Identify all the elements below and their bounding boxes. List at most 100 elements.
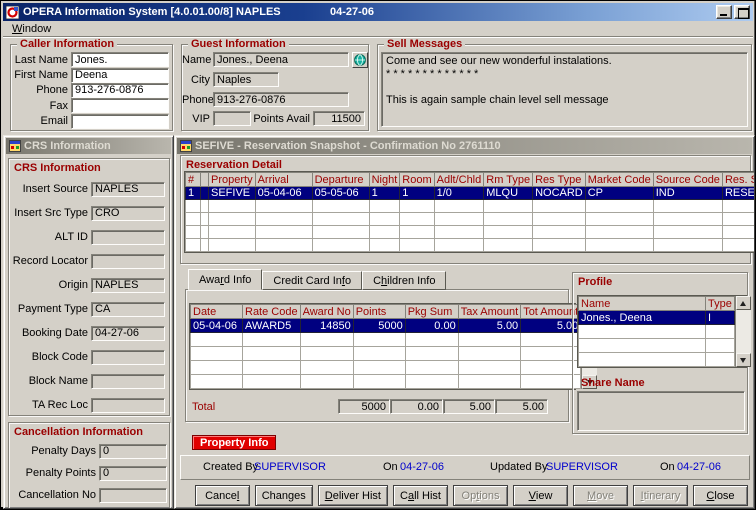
scroll-up-button[interactable]: [736, 296, 751, 310]
guest-city-label: City: [182, 74, 213, 86]
cell: [722, 200, 755, 213]
cell: [579, 353, 706, 367]
updated-by-value: SUPERVISOR: [546, 461, 618, 473]
table-row[interactable]: [186, 226, 756, 239]
block-code-field[interactable]: [91, 350, 165, 365]
reservation-snapshot-window: SEFIVE - Reservation Snapshot - Confirma…: [174, 135, 755, 509]
phone-label: Phone: [13, 84, 71, 96]
fax-field[interactable]: [71, 98, 169, 113]
penalty-points-field[interactable]: 0: [99, 466, 167, 481]
form-icon: [9, 140, 21, 152]
guest-phone-field[interactable]: 913-276-0876: [213, 92, 349, 107]
cell: I: [706, 311, 735, 325]
cell: [312, 213, 369, 226]
award-info-panel: DateRate CodeAward NoPointsPkg SumTax Am…: [185, 289, 569, 422]
cancellation-no-label: Cancellation No: [11, 489, 99, 501]
block-name-field[interactable]: [91, 374, 165, 389]
points-avail-field[interactable]: 11500: [313, 111, 365, 126]
cell: [484, 226, 533, 239]
booking-date-field[interactable]: 04-27-06: [91, 326, 165, 341]
table-row[interactable]: [191, 361, 581, 375]
property-info-button[interactable]: Property Info: [192, 435, 276, 450]
cancel-button[interactable]: Cancel: [195, 485, 250, 506]
scroll-down-button[interactable]: [736, 353, 751, 367]
ta-rec-loc-field[interactable]: [91, 398, 165, 413]
itinerary-button[interactable]: Itinerary: [633, 485, 688, 506]
minimize-icon[interactable]: [716, 5, 732, 19]
alt-id-field[interactable]: [91, 230, 165, 245]
guest-name-field[interactable]: Jones., Deena: [213, 52, 349, 67]
table-row[interactable]: 05-04-06AWARD51485050000.005.005.00: [191, 319, 581, 333]
fax-label: Fax: [13, 100, 71, 112]
created-by-value: SUPERVISOR: [254, 461, 326, 473]
record-locator-field[interactable]: [91, 254, 165, 269]
cell: [300, 333, 353, 347]
record-locator-label: Record Locator: [11, 255, 91, 267]
table-row[interactable]: Jones., DeenaI: [579, 311, 735, 325]
move-button[interactable]: Move: [573, 485, 628, 506]
table-row[interactable]: [191, 375, 581, 389]
created-on-label: On: [383, 461, 398, 473]
first-name-field[interactable]: Deena: [71, 68, 169, 83]
options-button[interactable]: Options: [453, 485, 508, 506]
cancellation-no-field[interactable]: [99, 488, 167, 503]
penalty-days-field[interactable]: 0: [99, 444, 167, 459]
cell: [585, 213, 653, 226]
close-button[interactable]: Close: [693, 485, 748, 506]
table-row[interactable]: [186, 200, 756, 213]
property-column-header: Property: [209, 173, 256, 187]
view-button[interactable]: View: [513, 485, 568, 506]
table-row[interactable]: [579, 353, 735, 367]
menu-item-window[interactable]: Window: [10, 23, 53, 35]
cell: [300, 347, 353, 361]
scroll-down-icon: [740, 358, 746, 363]
last-name-field[interactable]: Jones.: [71, 52, 169, 67]
snapshot-window-titlebar[interactable]: SEFIVE - Reservation Snapshot - Confirma…: [177, 138, 752, 154]
tab-award-info[interactable]: Award Info: [188, 269, 262, 290]
cell: [533, 226, 586, 239]
payment-type-field[interactable]: CA: [91, 302, 165, 317]
insert-src-type-field[interactable]: CRO: [91, 206, 165, 221]
table-row[interactable]: [186, 239, 756, 252]
call-hist-button[interactable]: Call Hist: [393, 485, 448, 506]
guest-city-field[interactable]: Naples: [213, 72, 279, 87]
window-titlebar[interactable]: OPERA Information System [4.0.01.00/8] N…: [3, 3, 753, 21]
crs-window-titlebar[interactable]: CRS Information: [6, 138, 171, 154]
insert-source-field[interactable]: NAPLES: [91, 182, 165, 197]
email-field[interactable]: [71, 114, 169, 129]
table-row[interactable]: [579, 325, 735, 339]
maximize-icon[interactable]: [734, 5, 750, 19]
changes-button[interactable]: Changes: [255, 485, 313, 506]
tab-credit-card-info[interactable]: Credit Card Info: [262, 271, 362, 290]
payment-type-label: Payment Type: [11, 303, 91, 315]
guest-vip-field[interactable]: [213, 111, 251, 126]
sell-message-line: * * * * * * * * * * * * *: [386, 68, 743, 81]
cell: [243, 347, 301, 361]
table-row[interactable]: [579, 339, 735, 353]
deliver-hist-button[interactable]: Deliver Hist: [318, 485, 388, 506]
guest-information-group: Guest Information Name Jones., Deena Cit…: [181, 44, 369, 131]
cell: [201, 187, 209, 200]
globe-button[interactable]: [352, 52, 368, 68]
share-name-field[interactable]: [577, 391, 745, 431]
cell: [706, 325, 735, 339]
titlebar-property: NAPLES: [236, 6, 281, 18]
total-pkg-sum-field: 0.00: [390, 399, 443, 414]
tab-children-info[interactable]: Children Info: [362, 271, 446, 290]
cell: [209, 239, 256, 252]
scrollbar-track[interactable]: [736, 310, 751, 353]
cell: 5.00: [458, 319, 520, 333]
vertical-scrollbar[interactable]: [735, 296, 751, 367]
cell: [255, 239, 312, 252]
res-type-column-header: Res Type: [533, 173, 586, 187]
cell: [369, 239, 400, 252]
table-row[interactable]: [186, 213, 756, 226]
table-row[interactable]: [191, 347, 581, 361]
table-row[interactable]: [191, 333, 581, 347]
phone-field[interactable]: 913-276-0876: [71, 83, 169, 98]
cell: [400, 226, 434, 239]
table-row[interactable]: 1SEFIVE05-04-0605-05-06111/0MLQUNOCARDCP…: [186, 187, 756, 200]
cell: [458, 375, 520, 389]
origin-field[interactable]: NAPLES: [91, 278, 165, 293]
cell: [533, 213, 586, 226]
